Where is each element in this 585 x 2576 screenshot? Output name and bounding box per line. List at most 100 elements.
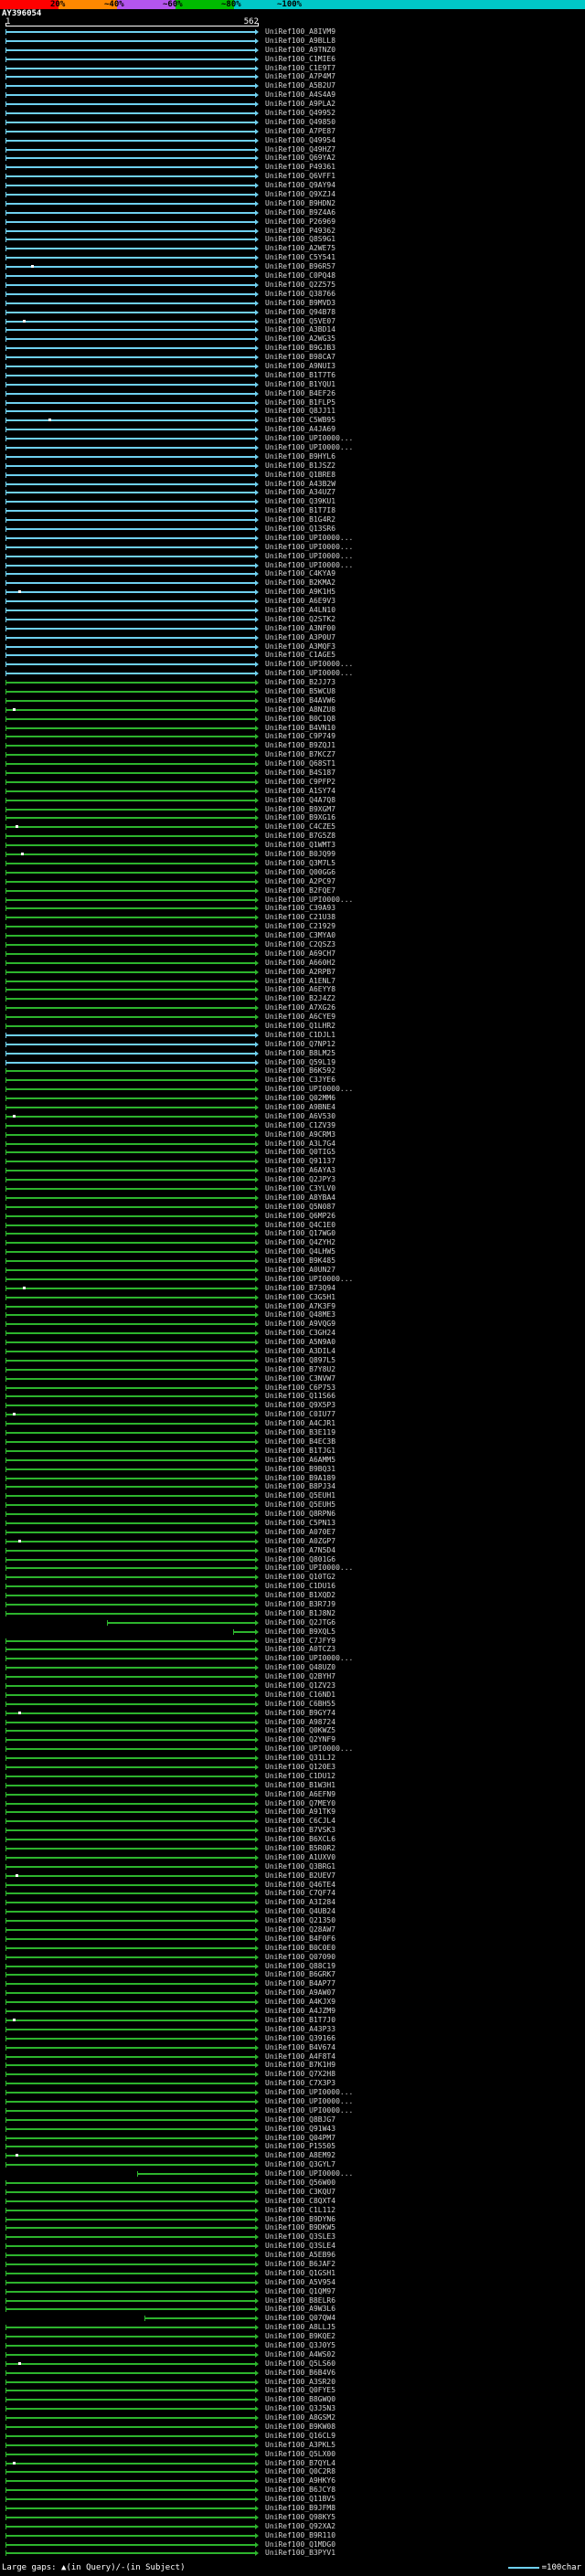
hit-line[interactable] (5, 1113, 259, 1119)
hit-line[interactable] (5, 372, 259, 378)
hit-line[interactable] (5, 2388, 259, 2394)
hit-line[interactable] (5, 2279, 259, 2285)
hit-line[interactable] (5, 2442, 259, 2448)
hit-line[interactable] (5, 1972, 259, 1978)
hit-line[interactable] (5, 2135, 259, 2141)
hit-line[interactable] (5, 47, 259, 53)
hit-line[interactable] (5, 1122, 259, 1129)
hit-line[interactable] (5, 852, 259, 858)
hit-line[interactable] (5, 1782, 259, 1788)
hit-line[interactable] (5, 1765, 259, 1770)
hit-line[interactable] (5, 436, 259, 442)
hit-line[interactable] (5, 408, 259, 415)
hit-line[interactable] (5, 1159, 259, 1165)
hit-line[interactable] (5, 1023, 259, 1029)
hit-line[interactable] (5, 2523, 259, 2529)
hit-line[interactable] (5, 535, 259, 541)
hit-line[interactable] (5, 697, 259, 704)
hit-line[interactable] (5, 1818, 259, 1825)
hit-line[interactable] (5, 1601, 259, 1607)
hit-line[interactable] (5, 1846, 259, 1852)
hit-line[interactable] (106, 1619, 259, 1626)
hit-line[interactable] (5, 1168, 259, 1174)
hit-line[interactable] (5, 273, 259, 280)
hit-line[interactable] (5, 1863, 259, 1870)
hit-line[interactable] (5, 83, 259, 90)
hit-line[interactable] (5, 1457, 259, 1463)
hit-line[interactable] (5, 1800, 259, 1807)
hit-line[interactable] (5, 1430, 259, 1436)
hit-line[interactable] (5, 2189, 259, 2195)
hit-line[interactable] (5, 924, 259, 930)
hit-line[interactable] (5, 517, 259, 524)
hit-line[interactable] (5, 815, 259, 822)
hit-line[interactable] (5, 1466, 259, 1472)
hit-line[interactable] (5, 1475, 259, 1481)
hit-line[interactable] (5, 1096, 259, 1102)
hit-line[interactable] (5, 2514, 259, 2520)
hit-line[interactable] (5, 680, 259, 686)
hit-line[interactable] (5, 2297, 259, 2304)
hit-line[interactable] (5, 2406, 259, 2412)
hit-line[interactable] (5, 1691, 259, 1698)
hit-line[interactable] (5, 92, 259, 99)
hit-line[interactable] (5, 1177, 259, 1183)
hit-line[interactable] (5, 174, 259, 180)
hit-line[interactable] (233, 1628, 259, 1635)
hit-line[interactable] (5, 1945, 259, 1951)
hit-line[interactable] (5, 1909, 259, 1915)
hit-line[interactable] (5, 1005, 259, 1012)
hit-line[interactable] (5, 101, 259, 108)
hit-line[interactable] (5, 1719, 259, 1725)
hit-line[interactable] (5, 1574, 259, 1581)
hit-line[interactable] (5, 355, 259, 361)
hit-line[interactable] (5, 716, 259, 722)
hit-line[interactable] (5, 65, 259, 71)
hit-line[interactable] (5, 1746, 259, 1753)
hit-line[interactable] (5, 462, 259, 469)
hit-line[interactable] (5, 969, 259, 975)
hit-line[interactable] (5, 2460, 259, 2466)
hit-line[interactable] (5, 1203, 259, 1210)
hit-line[interactable] (5, 56, 259, 62)
hit-line[interactable] (5, 209, 259, 216)
hit-line[interactable] (5, 734, 259, 740)
hit-line[interactable] (5, 2116, 259, 2123)
hit-line[interactable] (5, 1529, 259, 1535)
hit-line[interactable] (5, 978, 259, 984)
hit-line[interactable] (5, 1665, 259, 1671)
hit-line[interactable] (5, 1610, 259, 1617)
hit-line[interactable] (5, 2469, 259, 2475)
hit-line[interactable] (5, 1303, 259, 1309)
hit-line[interactable] (5, 427, 259, 433)
hit-line[interactable] (5, 309, 259, 315)
hit-line[interactable] (5, 2415, 259, 2422)
hit-line[interactable] (5, 1556, 259, 1563)
hit-line[interactable] (5, 1068, 259, 1075)
hit-line[interactable] (144, 2316, 259, 2322)
hit-line[interactable] (5, 336, 259, 343)
hit-line[interactable] (5, 1935, 259, 1942)
hit-line[interactable] (5, 625, 259, 631)
hit-line[interactable] (5, 1656, 259, 1662)
hit-line[interactable] (5, 418, 259, 424)
hit-line[interactable] (5, 1222, 259, 1228)
hit-line[interactable] (5, 183, 259, 189)
hit-line[interactable] (5, 770, 259, 777)
hit-line[interactable] (5, 264, 259, 270)
hit-line[interactable] (5, 146, 259, 153)
hit-line[interactable] (5, 797, 259, 803)
hit-line[interactable] (5, 499, 259, 505)
hit-line[interactable] (5, 896, 259, 903)
hit-line[interactable] (5, 1014, 259, 1021)
hit-line[interactable] (5, 300, 259, 306)
hit-line[interactable] (5, 1854, 259, 1860)
hit-line[interactable] (5, 1366, 259, 1373)
hit-line[interactable] (5, 1285, 259, 1291)
hit-line[interactable] (5, 1882, 259, 1888)
hit-line[interactable] (5, 2035, 259, 2041)
hit-line[interactable] (5, 2487, 259, 2494)
hit-line[interactable] (5, 2017, 259, 2023)
hit-line[interactable] (5, 1394, 259, 1400)
hit-line[interactable] (5, 806, 259, 812)
